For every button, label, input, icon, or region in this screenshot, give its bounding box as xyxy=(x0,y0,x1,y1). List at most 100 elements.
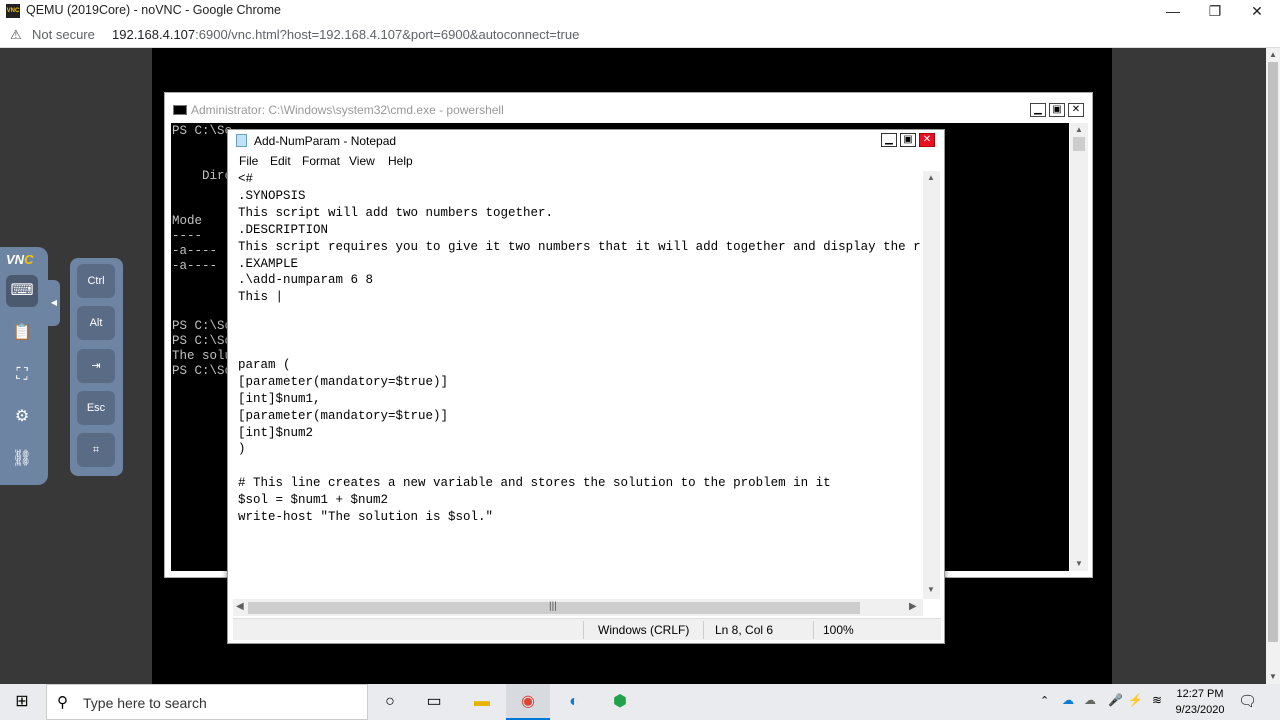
menu-file[interactable]: File xyxy=(239,154,258,168)
url-text[interactable]: 192.168.4.107:6900/vnc.html?host=192.168… xyxy=(112,27,579,42)
url-host: 192.168.4.107 xyxy=(112,27,196,42)
search-icon: ⚲ xyxy=(57,694,68,711)
minimize-button[interactable]: — xyxy=(1150,0,1196,22)
editor-line: .EXAMPLE xyxy=(238,256,299,271)
ctrl-key-button[interactable]: Ctrl xyxy=(77,264,115,298)
esc-key-button[interactable]: Esc xyxy=(77,391,115,425)
console-close-button[interactable]: ✕ xyxy=(1068,103,1084,117)
editor-line: param ( xyxy=(238,357,291,372)
editor-line: This script requires you to give it two … xyxy=(238,239,921,254)
menu-format[interactable]: Format xyxy=(302,154,340,168)
taskbar-search-box[interactable]: ⚲ Type here to search xyxy=(46,684,368,720)
menu-view[interactable]: View xyxy=(349,154,375,168)
chrome-icon[interactable]: ◉ xyxy=(506,684,550,720)
wifi-icon[interactable]: ≋ xyxy=(1152,693,1162,707)
notepad-status-bar: Windows (CRLF) Ln 8, Col 6 100% xyxy=(233,618,941,640)
notepad-vertical-scrollbar[interactable]: ▲ ▼ xyxy=(923,171,940,599)
scroll-thumb[interactable] xyxy=(1268,62,1278,642)
windows-start-icon[interactable]: ⊞ xyxy=(0,684,44,720)
fullscreen-icon[interactable]: ⛶ xyxy=(6,359,38,391)
clock-date: 9/23/2020 xyxy=(1175,704,1225,716)
menu-edit[interactable]: Edit xyxy=(270,154,291,168)
notification-icon[interactable]: 🗨 xyxy=(1238,692,1257,710)
close-button[interactable]: ✕ xyxy=(1234,0,1280,22)
alt-key-button[interactable]: Alt xyxy=(77,306,115,340)
page-scrollbar[interactable]: ▲ ▼ xyxy=(1266,48,1280,684)
editor-line: .\add-numparam 6 8 xyxy=(238,273,374,288)
disconnect-icon[interactable]: ⛓ xyxy=(6,443,38,475)
keyboard-icon[interactable]: ⌨ xyxy=(6,275,38,307)
notepad-scroll-left-icon[interactable]: ◀ xyxy=(236,601,244,612)
scroll-down-icon[interactable]: ▼ xyxy=(1269,672,1277,681)
onedrive-icon[interactable]: ☁ xyxy=(1062,693,1074,707)
console-line: ---- xyxy=(172,229,203,243)
scroll-grip-icon: ||| xyxy=(549,601,557,612)
notepad-horizontal-scrollbar[interactable]: ◀ ||| ▶ xyxy=(233,599,923,616)
tab-key-button[interactable]: ⇥ xyxy=(77,349,115,383)
notepad-scroll-down-icon[interactable]: ▼ xyxy=(927,585,935,594)
notepad-scroll-right-icon[interactable]: ▶ xyxy=(909,601,917,612)
novnc-logo: VNC xyxy=(6,252,34,267)
editor-line: This | xyxy=(238,290,284,305)
notepad-minimize-button[interactable]: ▁ xyxy=(881,133,897,147)
address-bar[interactable]: ⚠ Not secure 192.168.4.107:6900/vnc.html… xyxy=(0,22,1280,48)
app-icon[interactable]: ⬢ xyxy=(598,684,642,720)
settings-gear-icon[interactable]: ⚙ xyxy=(6,401,38,433)
status-cursor-position: Ln 8, Col 6 xyxy=(715,623,774,637)
novnc-favicon-icon: VNC xyxy=(6,4,20,18)
maximize-button[interactable]: ❐ xyxy=(1192,0,1238,22)
notepad-icon xyxy=(236,134,247,147)
taskbar-clock[interactable]: 12:27 PM 9/23/2020 xyxy=(1170,686,1230,718)
editor-line: .SYNOPSIS xyxy=(238,188,306,203)
editor-line: # This line creates a new variable and s… xyxy=(238,476,831,491)
editor-line: <# xyxy=(238,172,254,186)
editor-line: This script will add two numbers togethe… xyxy=(238,205,554,220)
console-scroll-thumb[interactable] xyxy=(1073,137,1085,151)
notepad-close-button[interactable]: ✕ xyxy=(919,133,935,147)
microphone-icon[interactable]: 🎤 xyxy=(1108,693,1123,707)
status-zoom: 100% xyxy=(823,623,854,637)
network-icon[interactable]: ⚡ xyxy=(1128,693,1143,707)
console-line: Mode xyxy=(172,214,203,228)
console-scrollbar[interactable]: ▲ ▼ xyxy=(1070,123,1088,571)
tray-chevron-icon[interactable]: ⌃ xyxy=(1040,694,1049,707)
console-line: -a---- xyxy=(172,259,218,273)
notepad-scroll-up-icon[interactable]: ▲ xyxy=(927,173,935,182)
console-title: Administrator: C:\Windows\system32\cmd.e… xyxy=(191,103,504,117)
notepad-title-bar[interactable]: Add-NumParam - Notepad ▁ ▣ ✕ xyxy=(228,130,944,151)
console-line: The solu xyxy=(172,349,233,363)
cortana-icon[interactable]: ○ xyxy=(368,684,412,720)
console-minimize-button[interactable]: ▁ xyxy=(1030,103,1046,117)
warning-icon[interactable]: ⚠ xyxy=(10,27,22,43)
editor-line: .DESCRIPTION xyxy=(238,222,329,237)
console-scroll-up-icon[interactable]: ▲ xyxy=(1075,125,1083,134)
notepad-title: Add-NumParam - Notepad xyxy=(254,134,397,148)
console-line: PS C:\Sc xyxy=(172,124,233,138)
clock-time: 12:27 PM xyxy=(1176,688,1224,700)
editor-line: write-host "The solution is $sol." xyxy=(238,510,494,524)
search-placeholder: Type here to search xyxy=(83,695,207,711)
ctrl-alt-del-button[interactable]: ⌗ xyxy=(77,433,115,467)
editor-line: [parameter(mandatory=$true)] xyxy=(238,374,449,389)
security-status[interactable]: Not secure xyxy=(32,27,95,42)
cloud-icon[interactable]: ☁ xyxy=(1084,693,1096,707)
editor-line: [parameter(mandatory=$true)] xyxy=(238,408,449,423)
console-title-bar[interactable]: Administrator: C:\Windows\system32\cmd.e… xyxy=(165,93,1092,123)
cmd-icon xyxy=(173,105,187,115)
console-maximize-button[interactable]: ▣ xyxy=(1049,103,1065,117)
clipboard-icon[interactable]: 📋 xyxy=(6,317,38,349)
browser-title-bar: VNC QEMU (2019Core) - noVNC - Google Chr… xyxy=(0,0,1280,22)
notepad-window[interactable]: Add-NumParam - Notepad ▁ ▣ ✕ File Edit F… xyxy=(227,129,945,644)
task-view-icon[interactable]: ▭ xyxy=(412,684,456,720)
menu-help[interactable]: Help xyxy=(388,154,413,168)
scroll-up-icon[interactable]: ▲ xyxy=(1269,50,1277,59)
console-scroll-down-icon[interactable]: ▼ xyxy=(1075,559,1083,568)
status-line-ending: Windows (CRLF) xyxy=(598,623,690,637)
notepad-text-area[interactable]: <# .SYNOPSIS This script will add two numb… xyxy=(233,171,923,601)
edge-icon[interactable]: ◐ xyxy=(552,684,596,720)
notepad-maximize-button[interactable]: ▣ xyxy=(900,133,916,147)
file-explorer-icon[interactable]: ▬ xyxy=(460,684,504,720)
control-bar-handle[interactable]: ◀ xyxy=(48,280,60,326)
console-line: PS C:\Sc xyxy=(172,334,233,348)
editor-line: $sol = $num1 + $num2 xyxy=(238,493,389,508)
